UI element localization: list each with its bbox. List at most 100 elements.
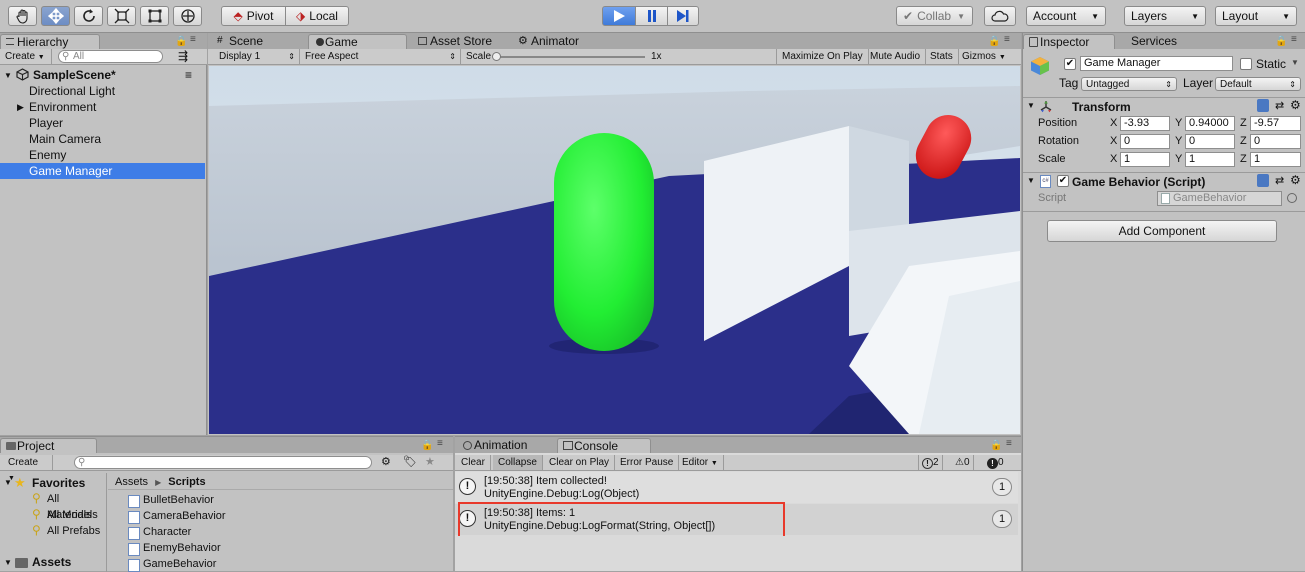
transform-tool-icon[interactable] [173,6,202,26]
star-icon[interactable]: ★ [425,455,435,468]
breadcrumb-assets[interactable]: Assets [115,476,148,488]
tab-asset-store[interactable]: Asset Store [414,34,514,49]
scale-slider[interactable]: Scale 1x [461,49,676,64]
tab-animator[interactable]: ⚙ Animator [515,34,615,49]
play-button[interactable] [602,6,636,26]
favorites-label[interactable]: Favorites [32,475,85,491]
warning-filter-toggle[interactable]: ⚠0 [952,455,974,470]
favorites-item[interactable]: All Prefabs [47,523,100,539]
favorites-item[interactable]: All Models [47,507,98,523]
tag-dropdown[interactable]: Untagged ⇕ [1081,77,1177,91]
preset-icon[interactable]: ⇄ [1275,174,1284,187]
layers-dropdown[interactable]: Layers ▼ [1124,6,1206,26]
rotate-tool-icon[interactable] [74,6,103,26]
hand-tool-icon[interactable] [8,6,37,26]
mute-audio-toggle[interactable]: Mute Audio [865,49,927,64]
lock-icon[interactable]: 🔒 [1275,36,1287,47]
filter-type-icon[interactable]: ⚙ [381,455,391,468]
scale-tool-icon[interactable] [107,6,136,26]
object-name-field[interactable]: Game Manager [1080,56,1233,71]
assets-folder[interactable]: Assets [32,554,71,570]
tab-hierarchy[interactable]: Hierarchy [0,34,100,49]
tab-project[interactable]: Project [0,438,97,453]
clear-on-play-toggle[interactable]: Clear on Play [544,455,616,470]
script-file[interactable]: Character [128,524,191,540]
tab-animation[interactable]: Animation [458,438,555,453]
clear-button[interactable]: Clear [456,455,491,470]
lock-icon[interactable]: 🔒 [990,440,1002,451]
label-icon[interactable]: 🏷 [403,455,417,468]
cloud-button[interactable] [984,6,1016,26]
rect-tool-icon[interactable] [140,6,169,26]
breadcrumb-scripts[interactable]: Scripts [168,476,205,488]
tab-services[interactable]: Services [1115,34,1205,49]
gear-icon[interactable]: ⚙ [1290,98,1301,112]
preset-icon[interactable]: ⇄ [1275,99,1284,112]
transform-header[interactable]: ▼ Transform ⇄ ⚙ [1023,98,1305,115]
hierarchy-item-enemy[interactable]: Enemy [0,147,205,163]
scale-thumb[interactable] [492,52,501,61]
rotation-z-field[interactable]: 0 [1250,134,1301,149]
stats-toggle[interactable]: Stats [925,49,959,64]
script-file[interactable]: BulletBehavior [128,492,214,508]
position-z-field[interactable]: -9.57 [1250,116,1301,131]
hierarchy-item-directional-light[interactable]: Directional Light [0,83,205,99]
expand-arrow-icon[interactable]: ▼ [4,558,12,567]
hierarchy-item-environment[interactable]: ▶ Environment [0,99,205,115]
layout-dropdown[interactable]: Layout ▼ [1215,6,1297,26]
add-component-button[interactable]: Add Component [1047,220,1277,242]
collab-button[interactable]: ✔ Collab ▼ [896,6,973,26]
error-filter-toggle[interactable]: ! 0 [984,455,1007,470]
console-entry[interactable]: ! [19:50:38] Item collected! UnityEngine… [455,472,1018,503]
editor-dropdown[interactable]: Editor ▼ [677,455,724,470]
error-pause-toggle[interactable]: Error Pause [615,455,680,470]
scene-menu-icon[interactable]: ≡ [185,67,192,84]
static-dropdown-arrow-icon[interactable]: ▼ [1291,58,1299,67]
active-checkbox[interactable]: ✔ [1064,58,1076,70]
position-x-field[interactable]: -3.93 [1120,116,1170,131]
hierarchy-item-main-camera[interactable]: Main Camera [0,131,205,147]
static-checkbox[interactable] [1240,58,1252,70]
pause-button[interactable] [635,6,668,26]
scale-x-field[interactable]: 1 [1120,152,1170,167]
account-dropdown[interactable]: Account ▼ [1026,6,1106,26]
lock-icon[interactable]: 🔒 [988,36,1000,47]
hierarchy-item-game-manager[interactable]: Game Manager [0,163,205,179]
hierarchy-search-input[interactable]: ⚲ All [58,50,163,63]
panel-menu-icon[interactable]: ≡ [1006,438,1012,449]
filter-icon[interactable]: ⇶ [178,49,188,63]
panel-menu-icon[interactable]: ≡ [437,438,443,449]
step-button[interactable] [667,6,699,26]
scene-header[interactable]: ▼ SampleScene* ≡ [0,67,207,84]
expand-arrow-icon[interactable]: ▼ [1027,101,1035,110]
tab-inspector[interactable]: Inspector [1023,34,1115,49]
collapse-toggle[interactable]: Collapse [493,455,543,470]
rotation-x-field[interactable]: 0 [1120,134,1170,149]
script-component-header[interactable]: ▼ c# ✔ Game Behavior (Script) ⇄ ⚙ [1023,173,1305,190]
move-tool-icon[interactable] [41,6,70,26]
project-search-input[interactable]: ⚲ [74,456,372,469]
lock-icon[interactable]: 🔒 [175,36,187,47]
rotation-y-field[interactable]: 0 [1185,134,1235,149]
panel-menu-icon[interactable]: ≡ [1004,34,1010,45]
component-enabled-checkbox[interactable]: ✔ [1057,175,1069,187]
hierarchy-item-player[interactable]: Player [0,115,205,131]
scale-z-field[interactable]: 1 [1250,152,1301,167]
local-button[interactable]: ⬗ Local [285,6,349,26]
expand-arrow-icon[interactable]: ▼ [1027,176,1035,185]
help-book-icon[interactable] [1257,99,1269,112]
tab-game[interactable]: Game [308,34,407,49]
aspect-dropdown[interactable]: Free Aspect ⇕ [300,49,461,64]
maximize-on-play-toggle[interactable]: Maximize On Play [776,49,869,64]
object-picker-icon[interactable] [1287,193,1297,203]
script-file[interactable]: CameraBehavior [128,508,226,524]
create-dropdown[interactable]: Create ▼ [0,49,52,64]
expand-arrow-icon[interactable]: ▼ [4,67,12,84]
panel-menu-icon[interactable]: ≡ [190,34,196,45]
gizmos-dropdown[interactable]: Gizmos ▼ [957,49,1011,64]
help-book-icon[interactable] [1257,174,1269,187]
script-file[interactable]: EnemyBehavior [128,540,221,556]
script-file[interactable]: GameBehavior [128,556,216,572]
position-y-field[interactable]: 0.94000 [1185,116,1235,131]
tab-scene[interactable]: # Scene [213,34,303,49]
